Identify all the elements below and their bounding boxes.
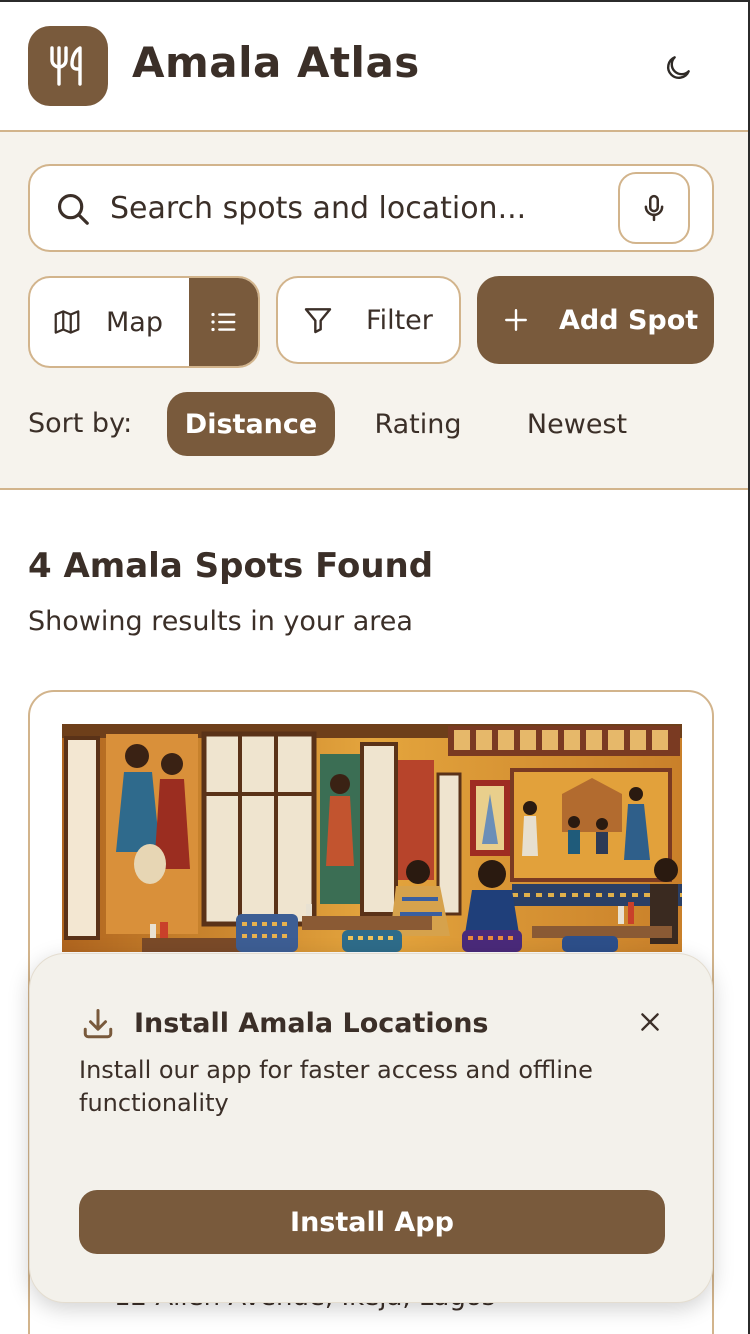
moon-icon [667, 56, 690, 79]
window-frame-top [0, 0, 750, 2]
results-subtitle: Showing results in your area [28, 606, 413, 637]
theme-toggle-button[interactable] [656, 46, 700, 90]
map-icon [54, 310, 80, 334]
list-icon [211, 312, 236, 332]
map-view-button[interactable]: Map [30, 278, 189, 366]
install-prompt-body: Install our app for faster access and of… [79, 1056, 593, 1117]
download-icon [83, 1009, 113, 1039]
close-install-prompt-button[interactable] [632, 1004, 668, 1040]
spot-photo [62, 724, 682, 952]
results-count-heading: 4 Amala Spots Found [28, 546, 434, 586]
sort-option-newest[interactable]: Newest [510, 392, 644, 456]
app-logo[interactable] [28, 26, 108, 106]
search-icon [57, 193, 89, 225]
filter-label: Filter [366, 304, 433, 336]
list-view-button[interactable] [188, 278, 258, 366]
install-prompt-title: Install Amala Locations [134, 1008, 489, 1039]
add-spot-button[interactable]: Add Spot [477, 276, 714, 364]
filter-icon [304, 308, 332, 334]
view-toggle: Map [28, 276, 260, 368]
voice-search-button[interactable] [618, 172, 690, 244]
filter-button[interactable]: Filter [276, 276, 461, 364]
controls-panel: Map Filter Add Spot Sort by: Distance Ra… [0, 132, 748, 490]
fork-knife-icon [50, 46, 82, 86]
install-app-button[interactable]: Install App [79, 1190, 665, 1254]
install-app-prompt: Install Amala Locations Install our app … [29, 953, 713, 1303]
plus-icon [505, 309, 527, 331]
add-spot-label: Add Spot [559, 304, 699, 336]
sort-label: Sort by: [28, 408, 133, 439]
close-icon [641, 1013, 659, 1031]
sort-bar: Sort by: Distance Rating Newest [28, 392, 728, 456]
sort-option-rating[interactable]: Rating [358, 392, 478, 456]
microphone-icon [644, 194, 664, 222]
app-header: Amala Atlas [0, 0, 748, 132]
app-title: Amala Atlas [132, 38, 420, 87]
map-view-label: Map [106, 306, 163, 338]
search-input[interactable] [110, 186, 550, 230]
sort-option-distance[interactable]: Distance [167, 392, 335, 456]
search-bar [28, 164, 714, 252]
